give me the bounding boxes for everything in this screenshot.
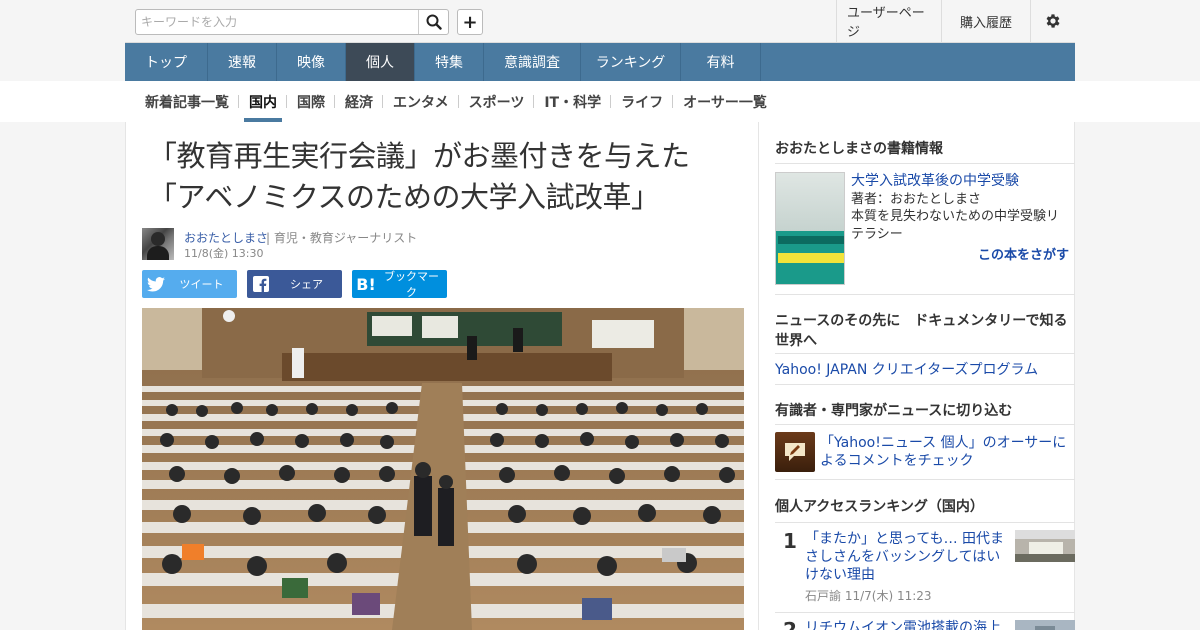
ranking-item-title[interactable]: リチウムイオン電池搭載の海上 [805,619,1007,630]
rank-number: 1 [783,529,797,553]
book-cover-top [776,173,844,231]
add-button[interactable]: + [457,9,483,35]
settings-button[interactable] [1030,0,1075,42]
nav-feature[interactable]: 特集 [415,43,484,81]
article-title: 「教育再生実行会議」がお墨付きを与えた 「アベノミクスのための大学入試改革」 [148,136,748,218]
subnav-sports[interactable]: スポーツ [457,81,535,122]
article-title-line1: 「教育再生実行会議」がお墨付きを与えた [148,139,690,173]
book-title-link[interactable]: 大学入試改革後の中学受験 [851,172,1019,190]
gear-icon [1046,14,1060,28]
ranking-item-title[interactable]: 「またか」と思っても… 田代まさしさんをバッシングしてはいけない理由 [805,530,1007,584]
author-avatar[interactable] [142,228,174,260]
book-description: 本質を見失わないための中学受験リテラシー [851,209,1060,242]
content-area: 「教育再生実行会議」がお墨付きを与えた 「アベノミクスのための大学入試改革」 お… [125,122,1075,630]
search-button[interactable] [418,10,448,34]
subnav-economy[interactable]: 経済 [334,81,383,122]
divider [775,479,1075,480]
hatena-bookmark-button[interactable]: B! ブックマーク [352,270,447,299]
article: 「教育再生実行会議」がお墨付きを与えた 「アベノミクスのための大学入試改革」 お… [126,122,759,630]
share-label: シェア [290,278,323,291]
rank-number: 2 [783,618,797,630]
nav-video[interactable]: 映像 [277,43,346,81]
exam-hall-photo [142,308,744,630]
ranking-item-thumbnail[interactable] [1015,620,1075,630]
divider [775,163,1075,164]
author-name[interactable]: おおたとしまさ [184,229,268,246]
ranking-section-title: 個人アクセスランキング（国内） [775,499,984,515]
nav-breaking[interactable]: 速報 [208,43,277,81]
facebook-share-button[interactable]: シェア [247,270,342,298]
purchase-history-link[interactable]: 購入履歴 [941,0,1030,42]
top-header: + ユーザーページ 購入履歴 [125,0,1075,43]
twitter-icon [142,276,170,292]
bookmark-label: ブックマーク [384,270,439,299]
divider [775,424,1075,425]
expert-comment-link[interactable]: 「Yahoo!ニュース 個人」のオーサーによるコメントをチェック [820,434,1072,470]
ranking-item-thumbnail[interactable] [1015,530,1075,562]
documentary-section-title: ニュースのその先に ドキュメンタリーで知る世界へ [775,313,1068,349]
subnav-latest[interactable]: 新着記事一覧 [135,81,239,122]
subnav-it-science[interactable]: IT・科学 [533,81,611,122]
divider [775,294,1075,295]
subnav-entertainment[interactable]: エンタメ [382,81,459,122]
plus-icon: + [462,11,478,33]
hatena-bookmark-icon: B! [356,274,376,294]
nav-survey[interactable]: 意識調査 [484,43,581,81]
publish-date: 11/8(金) 13:30 [184,247,264,260]
divider [775,612,1075,613]
book-cover[interactable] [775,172,845,285]
tweet-label: ツイート [179,278,224,291]
nav-paid[interactable]: 有料 [681,43,761,81]
user-page-link[interactable]: ユーザーページ [836,0,941,42]
search-box [135,9,449,35]
subnav-domestic[interactable]: 国内 [238,81,287,122]
header-links: ユーザーページ 購入履歴 [836,0,1075,42]
divider [775,353,1075,354]
expert-section-title: 有識者・専門家がニュースに切り込む [775,403,1013,419]
find-book-link[interactable]: この本をさがす [978,244,1069,263]
divider [775,522,1075,523]
book-cover-band [778,236,844,244]
comment-icon[interactable] [775,432,815,472]
book-section-title: おおたとしまさの書籍情報 [775,141,943,157]
search-input[interactable] [136,10,419,34]
subnav-authors[interactable]: オーサー一覧 [672,81,777,122]
main-nav: トップ 速報 映像 個人 特集 意識調査 ランキング 有料 [125,43,1075,81]
book-author: 著者：おおたとしまさ [851,192,982,207]
tweet-button[interactable]: ツイート [142,270,237,298]
nav-personal[interactable]: 個人 [346,43,415,81]
ranking-item-meta: 石戸諭 11/7(木) 11:23 [805,589,932,603]
subnav-life[interactable]: ライフ [610,81,673,122]
nav-ranking[interactable]: ランキング [581,43,681,81]
article-title-line2: 「アベノミクスのための大学入試改革」 [148,180,660,214]
nav-top[interactable]: トップ [125,43,208,81]
article-photo [142,308,744,630]
sub-nav: 新着記事一覧 国内 国際 経済 エンタメ スポーツ IT・科学 ライフ オーサー… [135,81,777,122]
author-role: | 育児・教育ジャーナリスト [266,231,418,245]
search-icon [426,14,442,30]
facebook-icon [247,276,275,292]
subnav-international[interactable]: 国際 [286,81,335,122]
divider [775,384,1075,385]
book-cover-stripe [778,253,844,263]
creators-program-link[interactable]: Yahoo! JAPAN クリエイターズプログラム [775,359,1038,379]
